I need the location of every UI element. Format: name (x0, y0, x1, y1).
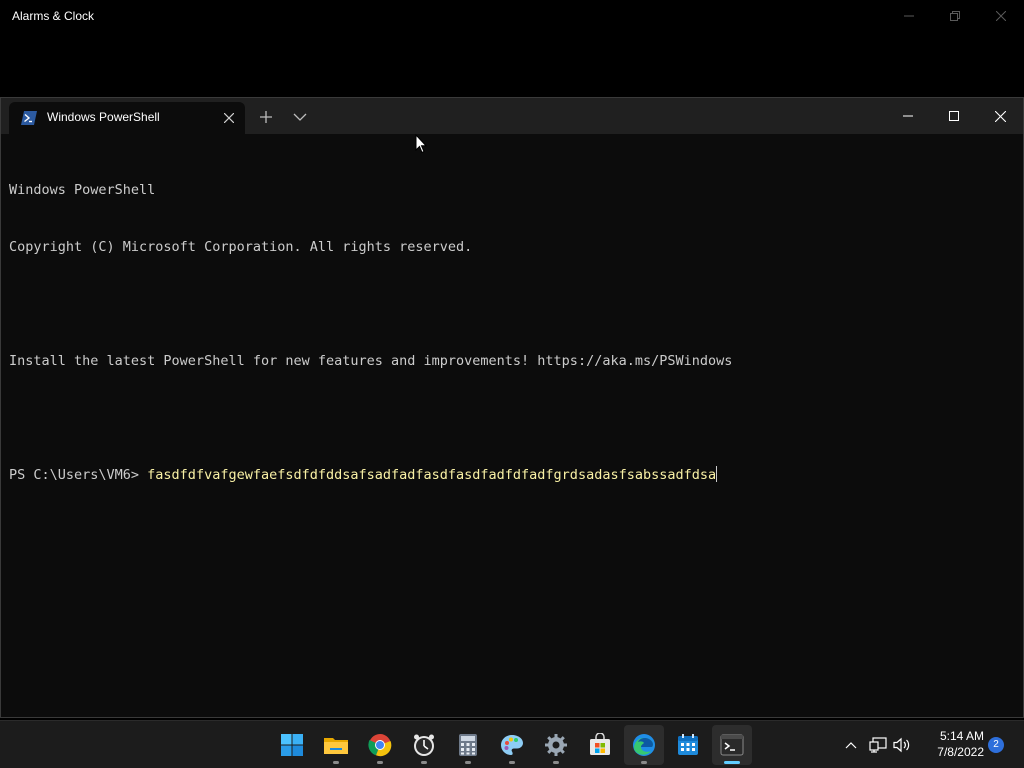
calendar-icon (678, 734, 698, 755)
microsoft-store-button[interactable] (580, 725, 620, 765)
new-tab-button[interactable] (252, 104, 280, 130)
text-cursor (716, 466, 718, 482)
console-output[interactable]: Windows PowerShell Copyright (C) Microso… (9, 143, 1015, 523)
notification-badge[interactable]: 2 (988, 737, 1004, 753)
plus-icon (260, 111, 272, 123)
calendar-button[interactable] (668, 725, 708, 765)
alarms-restore-button[interactable] (932, 0, 978, 32)
terminal-minimize-button[interactable] (885, 98, 931, 134)
tab-dropdown-button[interactable] (286, 104, 314, 130)
alarms-clock-button[interactable] (404, 725, 444, 765)
paint-button[interactable] (492, 725, 532, 765)
tab-label: Windows PowerShell (47, 110, 160, 124)
terminal-icon (720, 734, 744, 756)
chrome-button[interactable] (360, 725, 400, 765)
running-indicator (421, 761, 427, 764)
alarms-close-button[interactable] (978, 0, 1024, 32)
alarms-clock-icon (414, 734, 434, 756)
mouse-pointer-icon (415, 134, 427, 154)
clock-time: 5:14 AM (939, 729, 984, 743)
chevron-down-icon (293, 113, 307, 121)
terminal-maximize-button[interactable] (931, 98, 977, 134)
running-indicator (553, 761, 559, 764)
prompt-text: PS C:\Users\VM6> (9, 467, 148, 483)
terminal-close-button[interactable] (977, 98, 1023, 134)
powershell-icon (21, 111, 37, 125)
calculator-icon (459, 734, 477, 756)
restore-icon (950, 11, 960, 21)
console-line: Windows PowerShell (9, 182, 156, 198)
running-indicator (465, 761, 471, 764)
start-icon (281, 734, 303, 756)
command-input-text[interactable]: fasdfdfvafgewfaefsdfdfddsafsadfadfasdfas… (147, 467, 716, 483)
chrome-icon (368, 734, 392, 757)
microsoft-store-icon (590, 733, 610, 755)
running-indicator (641, 761, 647, 764)
running-indicator (377, 761, 383, 764)
edge-icon (633, 734, 655, 756)
minimize-icon (903, 115, 913, 117)
close-icon (996, 11, 1006, 21)
prompt-line[interactable]: PS C:\Users\VM6> fasdfdfvafgewfaefsdfdfd… (9, 466, 1015, 485)
close-icon (994, 110, 1006, 122)
running-indicator (333, 761, 339, 764)
console-line: Copyright (C) Microsoft Corporation. All… (9, 239, 473, 255)
clock-date: 7/8/2022 (937, 745, 984, 759)
paint-icon (501, 735, 523, 755)
desktop: Alarms & Clock Windows PowerShell Window… (0, 0, 1024, 768)
terminal-button[interactable] (712, 725, 752, 765)
alarms-minimize-button[interactable] (886, 0, 932, 32)
alarms-clock-title: Alarms & Clock (12, 9, 95, 23)
file-explorer-button[interactable] (316, 725, 356, 765)
start-button[interactable] (272, 725, 312, 765)
clock-button[interactable]: 5:14 AM 7/8/2022 (920, 728, 984, 760)
calculator-button[interactable] (448, 725, 488, 765)
console-line: Install the latest PowerShell for new fe… (9, 353, 733, 369)
show-hidden-icons-button[interactable] (841, 733, 861, 757)
active-indicator (724, 761, 740, 764)
tab-bar: Windows PowerShell (1, 98, 1023, 134)
file-explorer-icon (324, 738, 348, 754)
minimize-icon (904, 15, 914, 17)
tab-close-button[interactable] (219, 108, 239, 128)
close-icon (224, 113, 234, 123)
volume-button[interactable] (892, 733, 912, 757)
alarms-clock-window[interactable]: Alarms & Clock (0, 0, 1024, 96)
maximize-icon (949, 111, 959, 121)
terminal-window[interactable]: Windows PowerShell Windows PowerShell Co… (0, 97, 1024, 718)
edge-button[interactable] (624, 725, 664, 765)
network-button[interactable] (868, 733, 888, 757)
settings-icon (545, 734, 567, 756)
network-icon (869, 737, 887, 753)
chevron-up-icon (845, 742, 857, 749)
volume-icon (893, 737, 910, 753)
tab-windows-powershell[interactable]: Windows PowerShell (9, 102, 245, 134)
settings-button[interactable] (536, 725, 576, 765)
running-indicator (509, 761, 515, 764)
taskbar: 5:14 AM 7/8/2022 2 (0, 720, 1024, 768)
